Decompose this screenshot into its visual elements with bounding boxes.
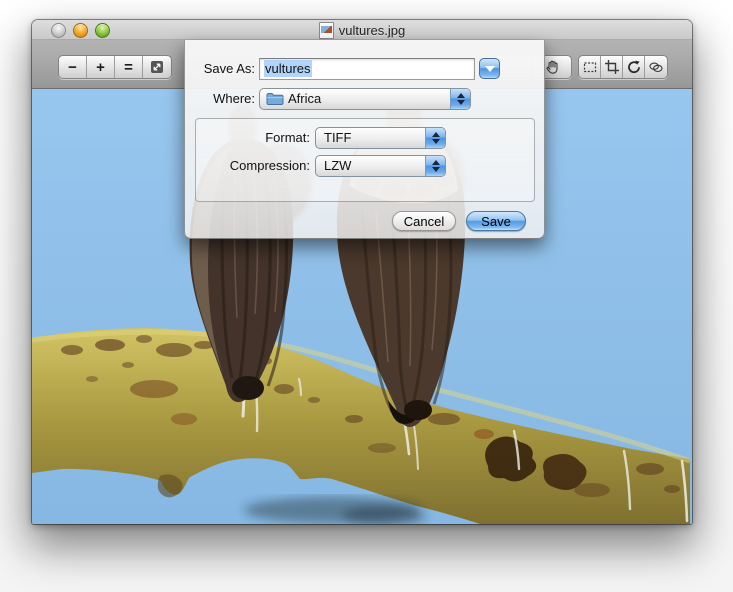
- compression-value: LZW: [324, 156, 351, 176]
- compression-label: Compression:: [196, 155, 310, 177]
- format-row: Format: TIFF: [196, 127, 534, 149]
- popup-stepper-icon: [450, 89, 470, 109]
- zoom-in-button[interactable]: +: [87, 56, 115, 78]
- expand-sheet-button[interactable]: [479, 58, 500, 79]
- rotate-tool-button[interactable]: [623, 56, 645, 78]
- image-document-icon: [319, 22, 334, 39]
- rect-select-tool-icon: [582, 59, 598, 75]
- actual-size-icon: =: [124, 59, 133, 76]
- save-sheet: Save As: vultures Where: Africa: [184, 40, 545, 239]
- cancel-button[interactable]: Cancel: [392, 211, 456, 231]
- save-button[interactable]: Save: [466, 211, 526, 231]
- options-groupbox: Format: TIFF Compression: LZW: [195, 118, 535, 202]
- compression-popup[interactable]: LZW: [315, 155, 446, 177]
- titlebar[interactable]: vultures.jpg: [32, 20, 692, 40]
- rect-select-tool-button[interactable]: [579, 56, 601, 78]
- desktop-background: vultures.jpg − + =: [0, 0, 733, 592]
- tools-segmented-control: [578, 55, 668, 79]
- format-label: Format:: [196, 127, 310, 149]
- zoom-segmented-control: − + =: [58, 55, 172, 79]
- compression-row: Compression: LZW: [196, 155, 534, 177]
- format-value: TIFF: [324, 128, 351, 148]
- zoom-in-icon: +: [96, 59, 105, 76]
- actual-size-button[interactable]: =: [115, 56, 143, 78]
- fit-to-window-button[interactable]: [143, 56, 171, 78]
- zoom-out-button[interactable]: −: [59, 56, 87, 78]
- shapes-tool-icon: [648, 59, 664, 75]
- where-row: Where: Africa: [185, 88, 544, 110]
- where-label: Where:: [185, 88, 255, 110]
- popup-stepper-icon: [425, 156, 445, 176]
- crop-tool-button[interactable]: [601, 56, 623, 78]
- zoom-out-icon: −: [68, 59, 77, 76]
- fit-to-window-icon: [149, 59, 165, 75]
- popup-stepper-icon: [425, 128, 445, 148]
- filename-value: vultures: [264, 60, 312, 77]
- where-popup[interactable]: Africa: [259, 88, 471, 110]
- filename-input[interactable]: vultures: [259, 58, 475, 80]
- hand-tool-icon: [544, 59, 560, 75]
- save-as-row: Save As: vultures: [185, 58, 544, 80]
- disclosure-triangle-icon: [485, 66, 495, 72]
- window-title: vultures.jpg: [339, 23, 405, 38]
- crop-tool-icon: [604, 59, 620, 75]
- rotate-tool-icon: [626, 59, 642, 75]
- preview-window: vultures.jpg − + =: [32, 20, 692, 524]
- format-popup[interactable]: TIFF: [315, 127, 446, 149]
- shapes-tool-button[interactable]: [645, 56, 667, 78]
- save-as-label: Save As:: [185, 58, 255, 80]
- where-value: Africa: [288, 89, 321, 109]
- folder-icon: [266, 92, 284, 106]
